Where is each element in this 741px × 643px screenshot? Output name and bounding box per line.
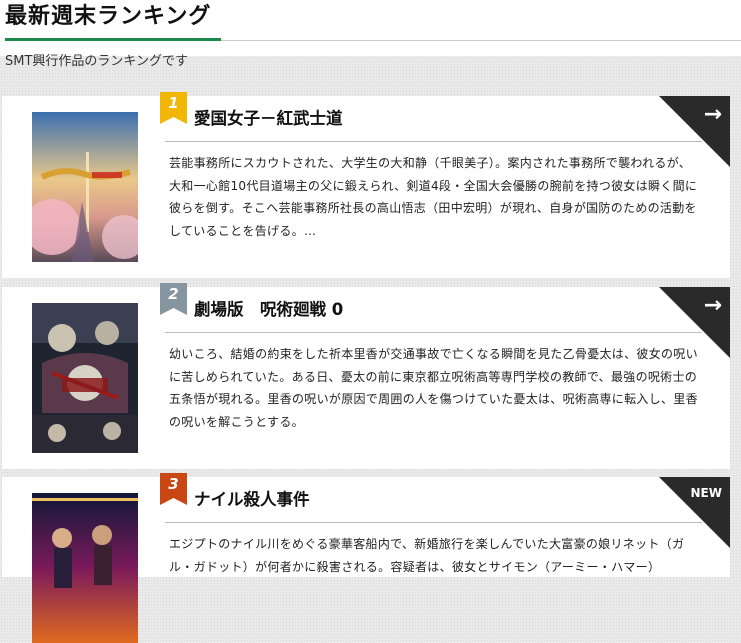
rank-badge: 1 — [160, 92, 187, 124]
detail-link-corner[interactable]: → — [659, 96, 730, 167]
ranking-card-1[interactable]: 1 愛国女子－紅武士道 芸能事務所にスカウトされた、大学生の大和静（千眼美子）。… — [2, 92, 730, 278]
movie-poster[interactable] — [32, 112, 138, 262]
title-divider — [165, 141, 702, 142]
arrow-right-icon: → — [703, 293, 722, 318]
ranking-card-2[interactable]: 2 劇場版 呪術廻戦 0 幼いころ、結婚の約束をした祈本里香が交通事故で亡くなる… — [2, 283, 730, 469]
new-badge-corner[interactable]: NEW — [659, 477, 730, 548]
rank-number: 2 — [168, 285, 179, 303]
page-title: 最新週末ランキング — [5, 4, 212, 29]
movie-title[interactable]: 愛国女子－紅武士道 — [194, 108, 343, 130]
movie-synopsis: エジプトのナイル川をめぐる豪華客船内で、新婚旅行を楽しんでいた大富豪の娘リネット… — [169, 537, 685, 574]
movie-synopsis: 幼いころ、結婚の約束をした祈本里香が交通事故で亡くなる瞬間を見た乙骨憂太は、彼女… — [169, 347, 698, 429]
rank-number: 3 — [168, 475, 179, 493]
page-subtitle: SMT興行作品のランキングです — [5, 54, 189, 69]
new-label: NEW — [690, 486, 722, 500]
detail-link-corner[interactable]: → — [659, 287, 730, 358]
movie-synopsis: 芸能事務所にスカウトされた、大学生の大和静（千眼美子）。案内された事務所で襲われ… — [169, 156, 698, 238]
title-divider — [221, 40, 741, 41]
ranking-card-3[interactable]: 3 ナイル殺人事件 エジプトのナイル川をめぐる豪華客船内で、新婚旅行を楽しんでい… — [2, 473, 730, 643]
rank-badge: 3 — [160, 473, 187, 505]
rank-badge: 2 — [160, 283, 187, 315]
title-divider — [165, 332, 702, 333]
page-header: 最新週末ランキング SMT興行作品のランキングです — [0, 0, 741, 69]
rank-number: 1 — [168, 94, 179, 112]
movie-title[interactable]: ナイル殺人事件 — [194, 489, 310, 511]
movie-poster[interactable] — [32, 303, 138, 453]
title-divider — [165, 522, 702, 523]
movie-title[interactable]: 劇場版 呪術廻戦 0 — [194, 299, 343, 321]
title-underline — [5, 38, 221, 41]
movie-poster[interactable] — [32, 493, 138, 643]
arrow-right-icon: → — [703, 102, 722, 127]
